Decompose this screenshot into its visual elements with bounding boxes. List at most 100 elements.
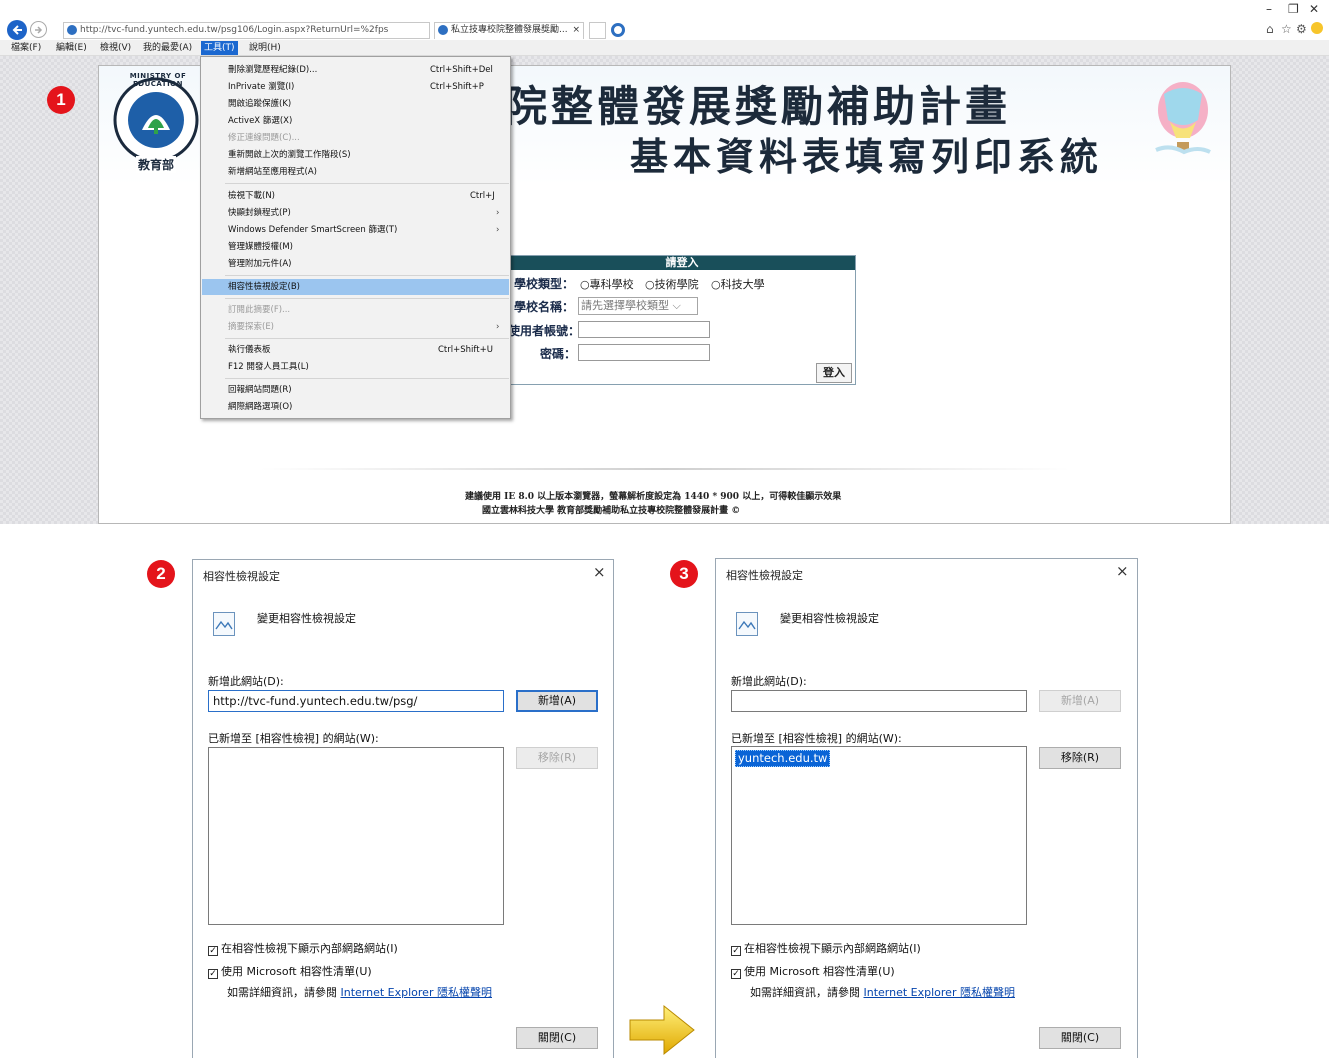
use-ms-list-checkbox[interactable]: ✓ 使用 Microsoft 相容性清單(U) — [731, 963, 895, 979]
info-text: 如需詳細資訊，請參閱 Internet Explorer 隱私權聲明 — [227, 986, 492, 999]
checkmark-icon: ✓ — [731, 969, 741, 979]
dialog-close-icon[interactable]: × — [1116, 562, 1129, 580]
privacy-link[interactable]: Internet Explorer 隱私權聲明 — [864, 986, 1015, 999]
browser-menubar: 檔案(F) 編輯(E) 檢視(V) 我的最愛(A) 工具(T) 說明(H) — [0, 40, 1329, 56]
logo-subtext: 教育部 — [136, 156, 177, 173]
added-sites-label: 已新增至 [相容性檢視] 的網站(W): — [208, 732, 379, 745]
menu-help[interactable]: 說明(H) — [246, 41, 284, 55]
add-site-label: 新增此網站(D): — [731, 675, 807, 688]
username-input[interactable] — [578, 321, 710, 338]
page-title-line1: 院整體發展獎勵補助計畫 — [505, 82, 1012, 131]
step-badge-1: 1 — [47, 86, 75, 114]
login-header: 請登入 — [509, 256, 855, 270]
new-tab-button[interactable] — [589, 22, 606, 39]
submenu-chevron-icon: › — [496, 322, 500, 332]
login-button[interactable]: 登入 — [816, 363, 852, 383]
ie-tab-icon — [438, 25, 448, 35]
tools-dropdown-menu: 刪除瀏覽歷程紀錄(D)... Ctrl+Shift+Del InPrivate 瀏… — [200, 56, 511, 419]
tools-item-delete-history[interactable]: 刪除瀏覽歷程紀錄(D)... Ctrl+Shift+Del — [202, 62, 509, 78]
close-button[interactable]: 關閉(C) — [516, 1027, 598, 1049]
back-arrow-icon — [12, 25, 22, 35]
password-label: 密碼： — [540, 347, 577, 361]
add-site-label: 新增此網站(D): — [208, 675, 284, 688]
add-site-input[interactable]: http://tvc-fund.yuntech.edu.tw/psg/ — [208, 690, 504, 712]
footer-line1: 建議使用 IE 8.0 以上版本瀏覽器，螢幕解析度設定為 1440 * 900 … — [465, 492, 842, 502]
compat-view-icon — [213, 612, 235, 636]
restore-button[interactable]: ❐ — [1288, 2, 1299, 16]
tools-item-manage-addons[interactable]: 管理附加元件(A) — [202, 256, 509, 272]
ie-page-icon — [67, 25, 77, 35]
added-site-item[interactable]: yuntech.edu.tw — [735, 750, 831, 767]
tools-item-internet-options[interactable]: 網際網路選項(O) — [202, 399, 509, 415]
compat-view-icon — [736, 612, 758, 636]
show-intranet-checkbox[interactable]: ✓ 在相容性檢視下顯示內部網路網站(I) — [731, 940, 921, 956]
dialog-close-icon[interactable]: × — [593, 563, 606, 581]
tools-item-popup-blocker[interactable]: 快顯封鎖程式(P) › — [202, 205, 509, 221]
compat-dialog-after: 相容性檢視設定 × 變更相容性檢視設定 新增此網站(D): 新增(A) 已新增至… — [715, 558, 1138, 1058]
school-name-label: 學校名稱： — [514, 300, 575, 314]
tools-item-f12-devtools[interactable]: F12 開發人員工具(L) — [202, 359, 509, 375]
browser-window: http://tvc-fund.yuntech.edu.tw/psg106/Lo… — [0, 0, 1329, 524]
password-input[interactable] — [578, 344, 710, 361]
added-sites-list[interactable] — [208, 747, 504, 925]
radio-junior-college[interactable]: ○專科學校 — [580, 276, 634, 292]
radio-university-of-technology[interactable]: ○科技大學 — [711, 276, 765, 292]
tools-item-reopen-session[interactable]: 重新開啟上次的瀏覽工作階段(S) — [202, 147, 509, 163]
smiley-feedback-icon[interactable] — [1311, 22, 1323, 34]
tools-item-media-licenses[interactable]: 管理媒體授權(M) — [202, 239, 509, 255]
tab-close-icon[interactable]: × — [572, 23, 580, 38]
submenu-chevron-icon: › — [496, 225, 500, 235]
page-title-line2: 基本資料表填寫列印系統 — [630, 134, 1104, 179]
menu-favorites[interactable]: 我的最愛(A) — [140, 41, 195, 55]
menu-file[interactable]: 檔案(F) — [8, 41, 44, 55]
menu-edit[interactable]: 編輯(E) — [53, 41, 90, 55]
tools-item-add-site-to-apps[interactable]: 新增網站至應用程式(A) — [202, 164, 509, 180]
added-sites-label: 已新增至 [相容性檢視] 的網站(W): — [731, 732, 902, 745]
ie-logo-icon — [611, 23, 625, 37]
checkmark-icon: ✓ — [208, 969, 218, 979]
privacy-link[interactable]: Internet Explorer 隱私權聲明 — [341, 986, 492, 999]
footer-divider — [260, 468, 1070, 470]
add-button[interactable]: 新增(A) — [516, 690, 598, 712]
ministry-of-education-logo: MINISTRY OF EDUCATION 教育部 — [110, 70, 202, 174]
transition-arrow-icon — [626, 1002, 698, 1058]
address-bar[interactable]: http://tvc-fund.yuntech.edu.tw/psg106/Lo… — [63, 22, 430, 39]
close-button[interactable]: 關閉(C) — [1039, 1027, 1121, 1049]
dialog-heading: 變更相容性檢視設定 — [780, 612, 879, 625]
settings-gear-icon[interactable]: ⚙ — [1296, 22, 1307, 36]
close-window-button[interactable]: ✕ — [1309, 2, 1319, 16]
tools-item-compatibility-view-settings[interactable]: 相容性檢視設定(B) — [202, 279, 509, 295]
minimize-button[interactable]: – — [1266, 2, 1272, 16]
step-badge-3: 3 — [670, 560, 698, 588]
tools-item-report-site-problems[interactable]: 回報網站問題(R) — [202, 382, 509, 398]
home-icon[interactable]: ⌂ — [1266, 22, 1274, 36]
menu-separator — [225, 378, 509, 379]
browser-tab[interactable]: 私立技專校院整體發展獎勵... × — [434, 22, 584, 39]
menu-tools[interactable]: 工具(T) — [201, 41, 238, 55]
back-button[interactable] — [7, 20, 27, 40]
show-intranet-checkbox[interactable]: ✓ 在相容性檢視下顯示內部網路網站(I) — [208, 940, 398, 956]
favorites-star-icon[interactable]: ☆ — [1281, 22, 1292, 36]
logo-text: MINISTRY OF EDUCATION — [129, 72, 187, 88]
menu-view[interactable]: 檢視(V) — [97, 41, 134, 55]
remove-button[interactable]: 移除(R) — [1039, 747, 1121, 769]
dialog-title: 相容性檢視設定 — [203, 570, 280, 583]
menu-separator — [225, 183, 509, 184]
school-name-select[interactable]: 請先選擇學校類型 ⌵ — [578, 297, 698, 315]
tools-item-view-downloads[interactable]: 檢視下載(N) Ctrl+J — [202, 188, 509, 204]
menu-separator — [225, 275, 509, 276]
tools-item-smartscreen[interactable]: Windows Defender SmartScreen 篩選(T) › — [202, 222, 509, 238]
school-type-label: 學校類型： — [514, 277, 575, 291]
dialog-heading: 變更相容性檢視設定 — [257, 612, 356, 625]
use-ms-list-checkbox[interactable]: ✓ 使用 Microsoft 相容性清單(U) — [208, 963, 372, 979]
tools-item-tracking-protection[interactable]: 開啟追蹤保護(K) — [202, 96, 509, 112]
forward-button[interactable] — [30, 21, 47, 38]
radio-institute-of-technology[interactable]: ○技術學院 — [645, 276, 699, 292]
info-text: 如需詳細資訊，請參閱 Internet Explorer 隱私權聲明 — [750, 986, 1015, 999]
tools-item-inprivate[interactable]: InPrivate 瀏覽(I) Ctrl+Shift+P — [202, 79, 509, 95]
tools-item-performance-dashboard[interactable]: 執行儀表板 Ctrl+Shift+U — [202, 342, 509, 358]
hot-air-balloon-image — [1150, 80, 1215, 165]
add-site-input[interactable] — [731, 690, 1027, 712]
added-sites-list[interactable]: yuntech.edu.tw — [731, 746, 1027, 925]
tools-item-activex-filtering[interactable]: ActiveX 篩選(X) — [202, 113, 509, 129]
